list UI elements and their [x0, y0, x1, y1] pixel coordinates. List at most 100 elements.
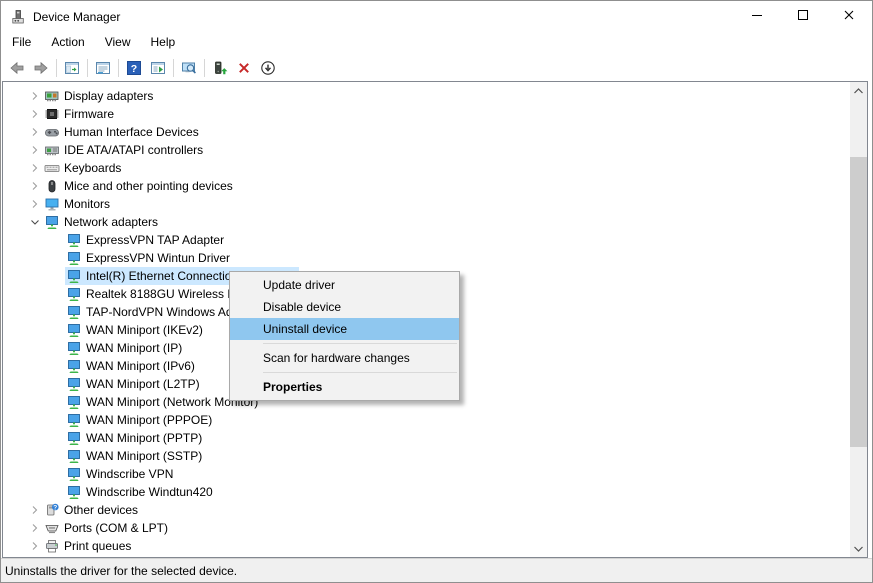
network-icon: [66, 268, 82, 284]
tree-item-content[interactable]: Monitors: [43, 195, 114, 213]
tree-item-windscribe-windtun420[interactable]: Windscribe Windtun420: [3, 483, 850, 501]
chevron-collapsed-icon[interactable]: [27, 502, 43, 518]
scrollbar-up-icon[interactable]: [850, 82, 867, 99]
tree-item-wan-miniport-sstp[interactable]: WAN Miniport (SSTP): [3, 447, 850, 465]
action-pane-button[interactable]: [146, 56, 170, 80]
chevron-collapsed-icon[interactable]: [27, 520, 43, 536]
chevron-expanded-icon[interactable]: [27, 214, 43, 230]
tree-item-firmware[interactable]: Firmware: [3, 105, 850, 123]
uninstall-device-button[interactable]: [232, 56, 256, 80]
disable-device-button[interactable]: [256, 56, 280, 80]
tree-item-label: WAN Miniport (PPTP): [86, 431, 202, 445]
tree-item-content[interactable]: IDE ATA/ATAPI controllers: [43, 141, 207, 159]
tree-item-keyboards[interactable]: Keyboards: [3, 159, 850, 177]
tree-item-windscribe-vpn[interactable]: Windscribe VPN: [3, 465, 850, 483]
tree-item-content[interactable]: WAN Miniport (IPv6): [65, 357, 199, 375]
tree-item-monitors[interactable]: Monitors: [3, 195, 850, 213]
network-icon: [66, 358, 82, 374]
tree-item-mice-and-other-pointing-devices[interactable]: Mice and other pointing devices: [3, 177, 850, 195]
vertical-scrollbar[interactable]: [850, 82, 867, 557]
tree-item-content[interactable]: Windscribe VPN: [65, 465, 177, 483]
network-icon: [66, 322, 82, 338]
tree-item-network-adapters[interactable]: Network adapters: [3, 213, 850, 231]
chevron-collapsed-icon[interactable]: [27, 178, 43, 194]
chevron-collapsed-icon[interactable]: [27, 142, 43, 158]
tree-item-content[interactable]: WAN Miniport (L2TP): [65, 375, 204, 393]
tree-item-content[interactable]: Print queues: [43, 537, 135, 555]
context-menu-separator: [263, 372, 457, 373]
tree-item-expressvpn-tap-adapter[interactable]: ExpressVPN TAP Adapter: [3, 231, 850, 249]
tree-item-ide-ata-atapi-controllers[interactable]: IDE ATA/ATAPI controllers: [3, 141, 850, 159]
tree-item-processors[interactable]: Processors: [3, 555, 850, 557]
menu-file[interactable]: File: [2, 32, 41, 52]
network-icon: [66, 448, 82, 464]
tree-item-content[interactable]: ExpressVPN Wintun Driver: [65, 249, 234, 267]
tree-item-label: Ports (COM & LPT): [64, 521, 168, 535]
tree-item-content[interactable]: Human Interface Devices: [43, 123, 203, 141]
context-menu-item-scan-for-hardware-changes[interactable]: Scan for hardware changes: [230, 347, 459, 369]
minimize-icon: [749, 7, 765, 26]
update-driver-icon: [212, 60, 228, 76]
tree-item-ports-com-lpt[interactable]: Ports (COM & LPT): [3, 519, 850, 537]
scrollbar-thumb[interactable]: [850, 157, 867, 447]
tree-item-print-queues[interactable]: Print queues: [3, 537, 850, 555]
tree-item-content[interactable]: WAN Miniport (PPPOE): [65, 411, 216, 429]
device-manager-window: Device Manager FileActionViewHelp ? Disp…: [0, 0, 873, 583]
context-menu-item-update-driver[interactable]: Update driver: [230, 274, 459, 296]
chevron-collapsed-icon[interactable]: [27, 556, 43, 557]
tree-item-label: WAN Miniport (L2TP): [86, 377, 200, 391]
tree-item-content[interactable]: Display adapters: [43, 87, 157, 105]
tree-item-content[interactable]: Ports (COM & LPT): [43, 519, 172, 537]
menu-action[interactable]: Action: [41, 32, 94, 52]
tree-item-wan-miniport-pptp[interactable]: WAN Miniport (PPTP): [3, 429, 850, 447]
tree-item-label: Display adapters: [64, 89, 153, 103]
back-icon: [9, 60, 25, 76]
maximize-button[interactable]: [780, 1, 826, 32]
toolbar-separator: [87, 59, 88, 77]
menu-help[interactable]: Help: [141, 32, 186, 52]
tree-item-content[interactable]: WAN Miniport (PPTP): [65, 429, 206, 447]
tree-item-content[interactable]: Processors: [43, 555, 128, 557]
toolbar-separator: [56, 59, 57, 77]
tree-item-content[interactable]: Mice and other pointing devices: [43, 177, 237, 195]
tree-item-label: Windscribe VPN: [86, 467, 173, 481]
scrollbar-down-icon[interactable]: [850, 540, 867, 557]
chevron-collapsed-icon[interactable]: [27, 88, 43, 104]
tree-item-other-devices[interactable]: ?Other devices: [3, 501, 850, 519]
properties-button[interactable]: [91, 56, 115, 80]
chevron-collapsed-icon[interactable]: [27, 196, 43, 212]
tree-item-content[interactable]: WAN Miniport (IP): [65, 339, 186, 357]
chevron-collapsed-icon[interactable]: [27, 160, 43, 176]
scan-for-hardware-changes-button[interactable]: [177, 56, 201, 80]
chevron-collapsed-icon[interactable]: [27, 124, 43, 140]
chevron-collapsed-icon[interactable]: [27, 106, 43, 122]
tree-item-display-adapters[interactable]: Display adapters: [3, 87, 850, 105]
help-button[interactable]: ?: [122, 56, 146, 80]
tree-item-expressvpn-wintun-driver[interactable]: ExpressVPN Wintun Driver: [3, 249, 850, 267]
toolbar-separator: [118, 59, 119, 77]
context-menu-item-disable-device[interactable]: Disable device: [230, 296, 459, 318]
tree-item-content[interactable]: ?Other devices: [43, 501, 142, 519]
tree-item-human-interface-devices[interactable]: Human Interface Devices: [3, 123, 850, 141]
tree-item-wan-miniport-pppoe[interactable]: WAN Miniport (PPPOE): [3, 411, 850, 429]
tree-item-content[interactable]: WAN Miniport (IKEv2): [65, 321, 207, 339]
close-button[interactable]: [826, 1, 872, 32]
tree-item-label: Firmware: [64, 107, 114, 121]
toolbar-separator: [173, 59, 174, 77]
update-driver-button[interactable]: [208, 56, 232, 80]
menu-view[interactable]: View: [95, 32, 141, 52]
context-menu-item-properties[interactable]: Properties: [230, 376, 459, 398]
minimize-button[interactable]: [734, 1, 780, 32]
chevron-collapsed-icon[interactable]: [27, 538, 43, 554]
back-button[interactable]: [5, 56, 29, 80]
tree-item-content[interactable]: Network adapters: [43, 213, 162, 231]
show-hide-console-tree-button[interactable]: [60, 56, 84, 80]
monitor-icon: [44, 196, 60, 212]
tree-item-content[interactable]: Keyboards: [43, 159, 125, 177]
tree-item-content[interactable]: Firmware: [43, 105, 118, 123]
forward-button[interactable]: [29, 56, 53, 80]
context-menu-item-uninstall-device[interactable]: Uninstall device: [230, 318, 459, 340]
tree-item-content[interactable]: WAN Miniport (SSTP): [65, 447, 206, 465]
tree-item-content[interactable]: ExpressVPN TAP Adapter: [65, 231, 228, 249]
tree-item-content[interactable]: Windscribe Windtun420: [65, 483, 217, 501]
